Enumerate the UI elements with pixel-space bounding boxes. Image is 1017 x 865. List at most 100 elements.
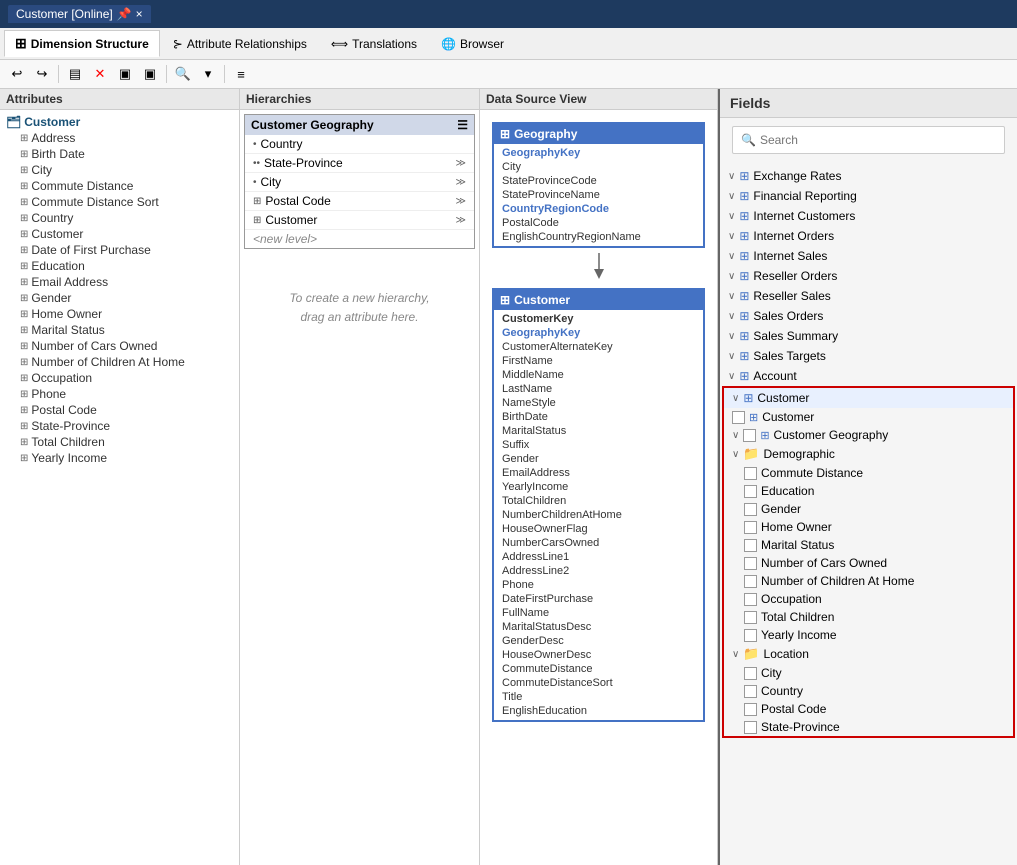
total-children-checkbox[interactable] bbox=[744, 611, 757, 624]
dsv-row-lastname: LastName bbox=[494, 382, 703, 396]
attr-birth-date[interactable]: ⊞Birth Date bbox=[4, 146, 235, 162]
menu-button[interactable]: ≡ bbox=[230, 63, 252, 85]
field-group-sales-targets[interactable]: ∨ ⊞ Sales Targets bbox=[720, 346, 1017, 366]
field-item-city[interactable]: City bbox=[724, 664, 1013, 682]
attr-total-children[interactable]: ⊞Total Children bbox=[4, 434, 235, 450]
field-item-yearly-income[interactable]: Yearly Income bbox=[724, 626, 1013, 644]
hierarchy-item-city[interactable]: • City ≫ bbox=[245, 173, 474, 192]
field-group-account[interactable]: ∨ ⊞ Account bbox=[720, 366, 1017, 386]
field-item-postal-code[interactable]: Postal Code bbox=[724, 700, 1013, 718]
expand-arrows: ≫ bbox=[456, 196, 466, 207]
commute-distance-checkbox[interactable] bbox=[744, 467, 757, 480]
field-item-customer-geography[interactable]: ∨ ⊞ Customer Geography bbox=[724, 426, 1013, 444]
attr-education[interactable]: ⊞Education bbox=[4, 258, 235, 274]
attr-date-first-purchase[interactable]: ⊞Date of First Purchase bbox=[4, 242, 235, 258]
geography-table-header[interactable]: ⊞ Geography bbox=[494, 124, 703, 144]
field-item-marital-status[interactable]: Marital Status bbox=[724, 536, 1013, 554]
tab-dimension-structure[interactable]: ⊞ Dimension Structure bbox=[4, 30, 160, 57]
state-province-checkbox[interactable] bbox=[744, 721, 757, 734]
attr-occupation[interactable]: ⊞Occupation bbox=[4, 370, 235, 386]
home-owner-checkbox[interactable] bbox=[744, 521, 757, 534]
yearly-income-checkbox[interactable] bbox=[744, 629, 757, 642]
attr-phone[interactable]: ⊞Phone bbox=[4, 386, 235, 402]
attr-num-cars[interactable]: ⊞Number of Cars Owned bbox=[4, 338, 235, 354]
field-item-number-cars-owned[interactable]: Number of Cars Owned bbox=[724, 554, 1013, 572]
field-item-total-children[interactable]: Total Children bbox=[724, 608, 1013, 626]
field-item-education[interactable]: Education bbox=[724, 482, 1013, 500]
occupation-checkbox[interactable] bbox=[744, 593, 757, 606]
group-label: Internet Orders bbox=[753, 229, 834, 243]
field-group-exchange-rates[interactable]: ∨ ⊞ Exchange Rates bbox=[720, 166, 1017, 186]
attr-city[interactable]: ⊞City bbox=[4, 162, 235, 178]
attr-address[interactable]: ⊞Address bbox=[4, 130, 235, 146]
delete-button[interactable]: ✕ bbox=[89, 63, 111, 85]
field-item-home-owner[interactable]: Home Owner bbox=[724, 518, 1013, 536]
customer-tab[interactable]: Customer [Online] 📌 × bbox=[8, 5, 151, 23]
field-group-internet-sales[interactable]: ∨ ⊞ Internet Sales bbox=[720, 246, 1017, 266]
table-icon: ⊞ bbox=[739, 229, 749, 243]
attr-home-owner[interactable]: ⊞Home Owner bbox=[4, 306, 235, 322]
field-item-state-province[interactable]: State-Province bbox=[724, 718, 1013, 736]
hierarchy-icon: ⊞ bbox=[760, 429, 769, 442]
field-group-financial-reporting[interactable]: ∨ ⊞ Financial Reporting bbox=[720, 186, 1017, 206]
attr-commute-distance[interactable]: ⊞Commute Distance bbox=[4, 178, 235, 194]
num-cars-checkbox[interactable] bbox=[744, 557, 757, 570]
zoom-button[interactable]: 🔍 bbox=[172, 63, 194, 85]
attr-num-children[interactable]: ⊞Number of Children At Home bbox=[4, 354, 235, 370]
hierarchy-item-customer[interactable]: ⊞ Customer ≫ bbox=[245, 211, 474, 230]
attr-marital-status[interactable]: ⊞Marital Status bbox=[4, 322, 235, 338]
attr-postal-code[interactable]: ⊞Postal Code bbox=[4, 402, 235, 418]
hierarchy-item-country[interactable]: • Country bbox=[245, 135, 474, 154]
hierarchy-item-state[interactable]: •• State-Province ≫ bbox=[245, 154, 474, 173]
country-checkbox[interactable] bbox=[744, 685, 757, 698]
field-group-customer[interactable]: ∨ ⊞ Customer bbox=[724, 388, 1013, 408]
field-group-sales-orders[interactable]: ∨ ⊞ Sales Orders bbox=[720, 306, 1017, 326]
marital-status-checkbox[interactable] bbox=[744, 539, 757, 552]
hierarchy-header[interactable]: Customer Geography ☰ bbox=[245, 115, 474, 135]
attr-state-province[interactable]: ⊞State-Province bbox=[4, 418, 235, 434]
field-item-customer[interactable]: ⊞ Customer bbox=[724, 408, 1013, 426]
gender-checkbox[interactable] bbox=[744, 503, 757, 516]
city-checkbox[interactable] bbox=[744, 667, 757, 680]
search-input[interactable] bbox=[760, 133, 996, 147]
box-button[interactable]: ▣ bbox=[114, 63, 136, 85]
pin-icon[interactable]: 📌 bbox=[117, 7, 132, 21]
attr-gender[interactable]: ⊞Gender bbox=[4, 290, 235, 306]
attr-country[interactable]: ⊞Country bbox=[4, 210, 235, 226]
undo-button[interactable]: ↩ bbox=[6, 63, 28, 85]
field-item-location[interactable]: ∨ 📁 Location bbox=[724, 644, 1013, 664]
attr-commute-distance-sort[interactable]: ⊞Commute Distance Sort bbox=[4, 194, 235, 210]
attr-email-address[interactable]: ⊞Email Address bbox=[4, 274, 235, 290]
zoom-dropdown[interactable]: ▾ bbox=[197, 63, 219, 85]
field-item-commute-distance[interactable]: Commute Distance bbox=[724, 464, 1013, 482]
hierarchy-item-postal[interactable]: ⊞ Postal Code ≫ bbox=[245, 192, 474, 211]
field-group-sales-summary[interactable]: ∨ ⊞ Sales Summary bbox=[720, 326, 1017, 346]
attr-customer[interactable]: ⊞Customer bbox=[4, 226, 235, 242]
field-item-demographic[interactable]: ∨ 📁 Demographic bbox=[724, 444, 1013, 464]
field-item-occupation[interactable]: Occupation bbox=[724, 590, 1013, 608]
search-box[interactable]: 🔍 bbox=[732, 126, 1005, 154]
geography-checkbox[interactable] bbox=[743, 429, 756, 442]
customer-checkbox[interactable] bbox=[732, 411, 745, 424]
attr-yearly-income[interactable]: ⊞Yearly Income bbox=[4, 450, 235, 466]
field-item-number-children[interactable]: Number of Children At Home bbox=[724, 572, 1013, 590]
close-icon[interactable]: × bbox=[136, 7, 143, 21]
hierarchy-options-icon[interactable]: ☰ bbox=[457, 118, 468, 132]
tab-attribute-relationships[interactable]: ⊱ Attribute Relationships bbox=[162, 32, 318, 56]
education-checkbox[interactable] bbox=[744, 485, 757, 498]
tab-translations[interactable]: ⟺ Translations bbox=[320, 32, 428, 56]
attributes-root[interactable]: 🗂 Customer bbox=[4, 114, 235, 130]
box2-button[interactable]: ▣ bbox=[139, 63, 161, 85]
customer-table-header[interactable]: ⊞ Customer bbox=[494, 290, 703, 310]
field-group-internet-customers[interactable]: ∨ ⊞ Internet Customers bbox=[720, 206, 1017, 226]
postal-code-checkbox[interactable] bbox=[744, 703, 757, 716]
field-group-reseller-sales[interactable]: ∨ ⊞ Reseller Sales bbox=[720, 286, 1017, 306]
redo-button[interactable]: ↪ bbox=[31, 63, 53, 85]
num-children-checkbox[interactable] bbox=[744, 575, 757, 588]
field-group-reseller-orders[interactable]: ∨ ⊞ Reseller Orders bbox=[720, 266, 1017, 286]
grid-button[interactable]: ▤ bbox=[64, 63, 86, 85]
tab-browser[interactable]: 🌐 Browser bbox=[430, 32, 515, 56]
field-group-internet-orders[interactable]: ∨ ⊞ Internet Orders bbox=[720, 226, 1017, 246]
field-item-gender[interactable]: Gender bbox=[724, 500, 1013, 518]
field-item-country[interactable]: Country bbox=[724, 682, 1013, 700]
